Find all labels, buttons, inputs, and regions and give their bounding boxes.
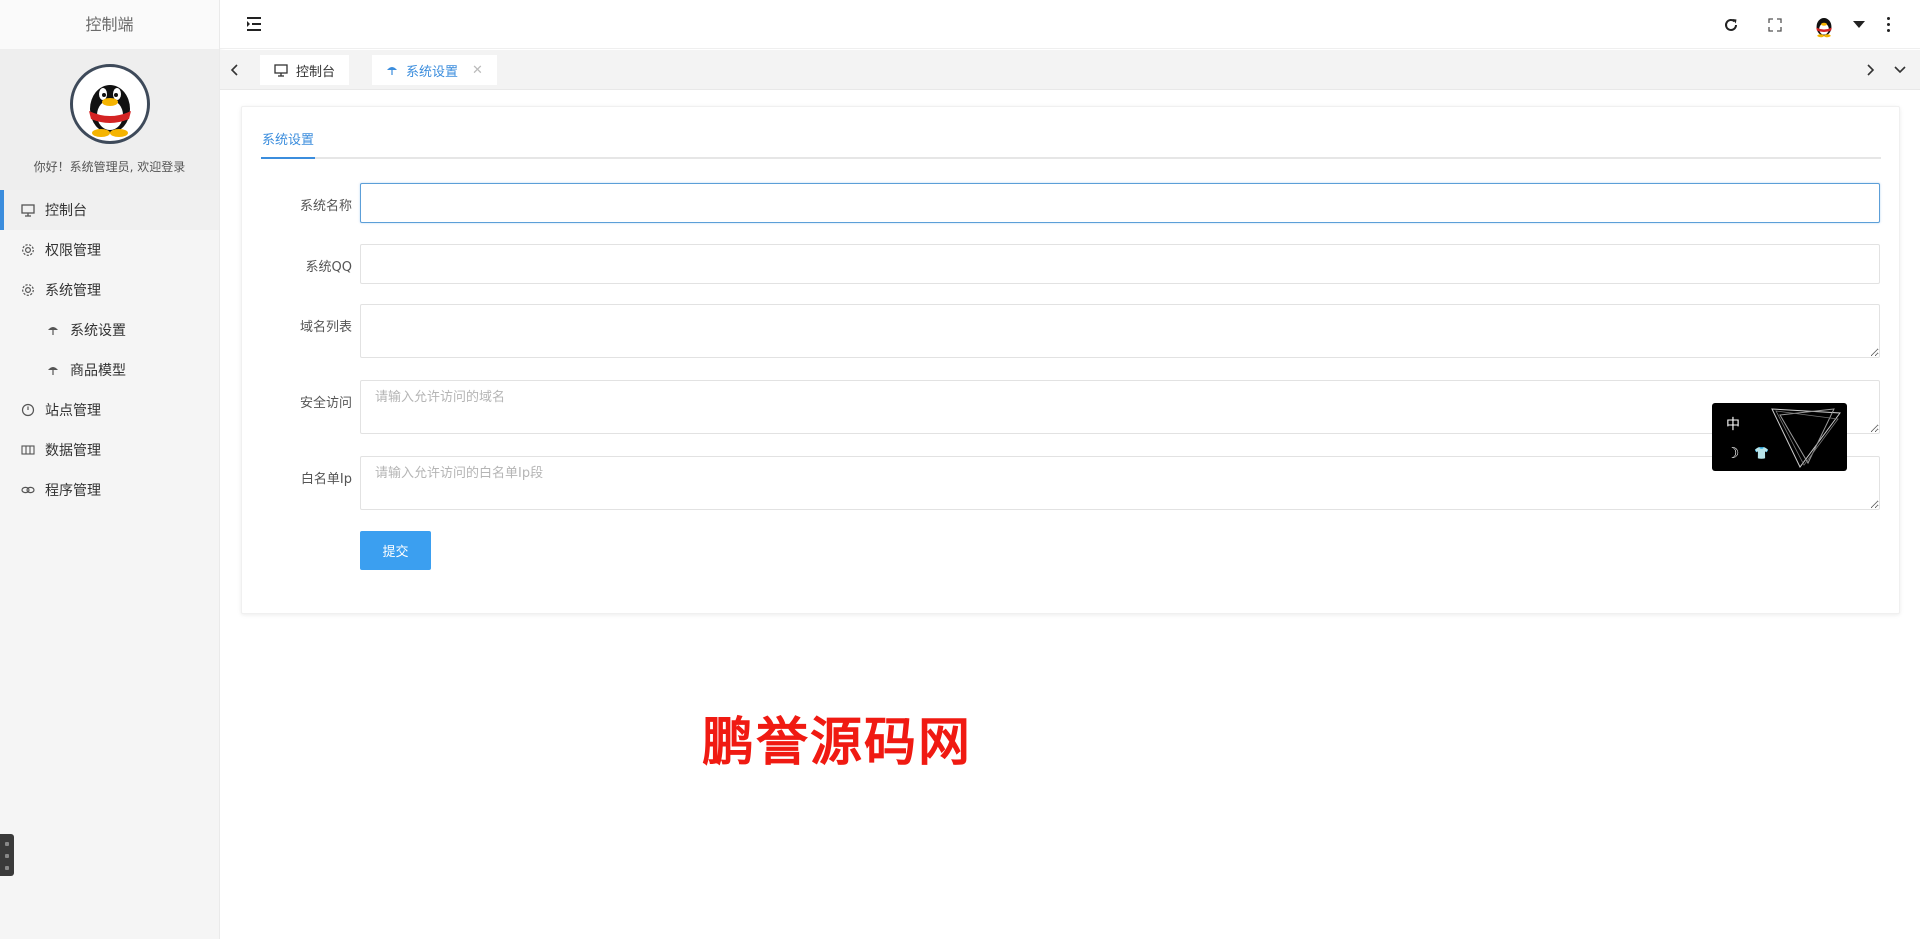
fullscreen-icon[interactable]	[1753, 0, 1797, 49]
shirt-icon[interactable]: 👕	[1754, 446, 1769, 460]
refresh-icon[interactable]	[1709, 0, 1753, 49]
menu-fold-icon[interactable]	[244, 14, 264, 38]
top-header	[220, 0, 1920, 49]
user-avatar[interactable]	[1811, 12, 1837, 38]
avatar[interactable]	[69, 64, 150, 144]
domain-list-textarea[interactable]	[360, 304, 1880, 358]
triangle-logo-icon	[1771, 408, 1841, 468]
drag-handle[interactable]	[0, 834, 14, 876]
more-vertical-icon[interactable]	[1887, 17, 1890, 32]
tabs-prev-button[interactable]	[220, 50, 250, 90]
sidebar-item-programs[interactable]: 程序管理	[0, 470, 219, 510]
sidebar-item-label: 商品模型	[70, 363, 126, 379]
tabs-menu-dropdown[interactable]	[1885, 50, 1915, 90]
sidebar-item-permissions[interactable]: 权限管理	[0, 230, 219, 270]
sidebar: 控制端 你好！系统管理员, 欢迎登录 控制台 权限管理 系统管理 系统设置 商品…	[0, 0, 220, 939]
moon-icon[interactable]: ☽	[1726, 444, 1739, 462]
field-label: 安全访问	[299, 396, 352, 411]
tab-system-settings-form[interactable]: 系统设置	[261, 129, 316, 159]
umbrella-icon	[45, 324, 61, 336]
watermark-text: 鹏誉源码网	[702, 712, 973, 773]
tab-dashboard[interactable]: 控制台	[260, 55, 350, 85]
chevron-right-icon	[1867, 64, 1875, 76]
app-title: 控制端	[0, 0, 219, 50]
welcome-text: 你好！系统管理员, 欢迎登录	[33, 160, 186, 174]
settings-card: 系统设置 系统名称 系统QQ 域名列表 安全访问 白名单Ip 提交	[241, 106, 1900, 614]
sidebar-item-label: 系统管理	[45, 283, 101, 299]
clock-icon	[20, 403, 36, 417]
sidebar-item-label: 站点管理	[45, 403, 101, 419]
chevron-left-icon	[230, 64, 238, 76]
table-icon	[20, 444, 36, 456]
sidebar-item-dashboard[interactable]: 控制台	[0, 190, 219, 230]
sidebar-item-sites[interactable]: 站点管理	[0, 390, 219, 430]
field-label: 系统名称	[299, 199, 352, 214]
secure-access-textarea[interactable]	[360, 380, 1880, 434]
link-icon	[20, 485, 36, 495]
umbrella-icon	[386, 64, 398, 76]
gear-icon	[20, 283, 36, 297]
page-tabs-bar: 控制台 系统设置 ✕	[220, 50, 1920, 90]
monitor-icon	[274, 63, 288, 77]
sidebar-item-system[interactable]: 系统管理	[0, 270, 219, 310]
system-name-input[interactable]	[360, 183, 1880, 223]
tab-label: 控制台	[296, 64, 336, 80]
sidebar-item-label: 权限管理	[45, 243, 101, 259]
ip-whitelist-textarea[interactable]	[360, 456, 1880, 510]
chevron-down-icon	[1894, 66, 1906, 74]
field-label: 域名列表	[299, 320, 352, 335]
floating-tool-widget: 中 ☽ 👕	[1712, 403, 1847, 471]
main-content: 系统设置 系统名称 系统QQ 域名列表 安全访问 白名单Ip 提交	[220, 90, 1920, 939]
caret-down-icon[interactable]	[1853, 21, 1865, 28]
sidebar-item-label: 系统设置	[70, 323, 126, 339]
field-label: 系统QQ	[305, 260, 352, 275]
sidebar-item-product-model[interactable]: 商品模型	[0, 350, 219, 390]
system-qq-input[interactable]	[360, 244, 1880, 284]
sidebar-item-label: 控制台	[45, 203, 87, 219]
monitor-icon	[20, 203, 36, 217]
tab-system-settings[interactable]: 系统设置 ✕	[372, 55, 497, 85]
sidebar-item-label: 数据管理	[45, 443, 101, 459]
sidebar-item-label: 程序管理	[45, 483, 101, 499]
sidebar-item-system-settings[interactable]: 系统设置	[0, 310, 219, 350]
language-toggle[interactable]: 中	[1726, 414, 1740, 434]
user-panel: 你好！系统管理员, 欢迎登录	[0, 50, 219, 190]
umbrella-icon	[45, 364, 61, 376]
card-tab-header: 系统设置	[261, 129, 1881, 159]
field-label: 白名单Ip	[300, 472, 352, 487]
sidebar-item-data[interactable]: 数据管理	[0, 430, 219, 470]
tab-label: 系统设置	[406, 64, 459, 80]
gear-icon	[20, 243, 36, 257]
submit-button[interactable]: 提交	[360, 531, 431, 570]
close-icon[interactable]: ✕	[472, 63, 483, 78]
penguin-avatar-icon	[88, 85, 131, 137]
sidebar-menu: 控制台 权限管理 系统管理 系统设置 商品模型 站点管理 数据管理 程序管理	[0, 190, 219, 510]
header-actions	[1709, 0, 1890, 49]
tabs-next-button[interactable]	[1855, 50, 1885, 90]
